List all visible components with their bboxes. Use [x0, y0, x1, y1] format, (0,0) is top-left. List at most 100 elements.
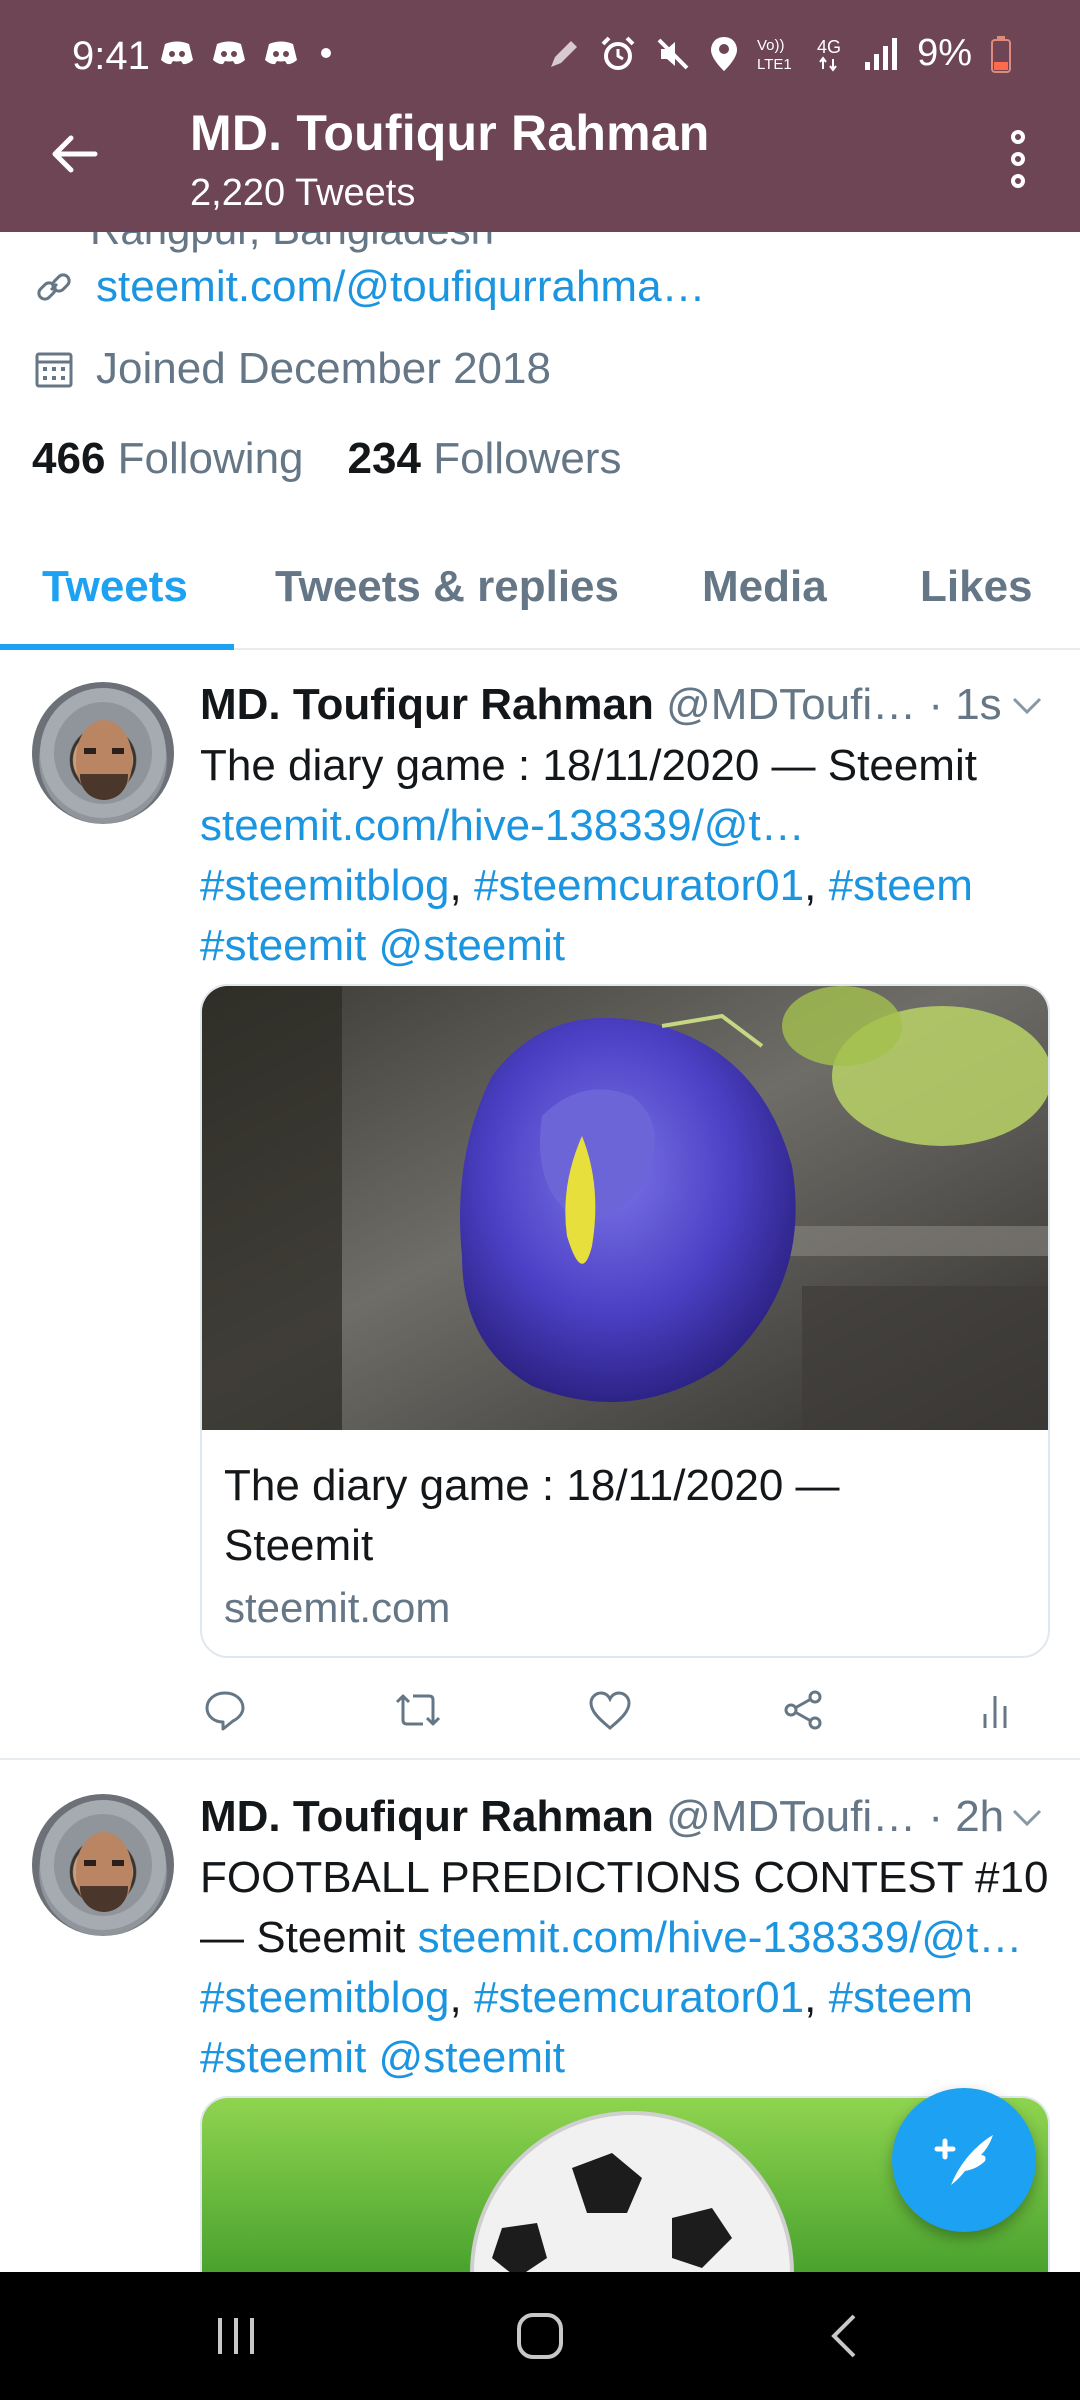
back-button[interactable]	[40, 120, 108, 188]
tweet-header: MD. Toufiqur Rahman @MDToufi… · 1s	[200, 680, 1060, 730]
system-icons: Vo)) LTE1 4G 9%	[547, 32, 1012, 75]
volte-icon: Vo)) LTE1	[757, 37, 792, 73]
card-image	[202, 986, 1048, 1430]
network-type-icon: 4G	[817, 37, 841, 72]
tweet-text: FOOTBALL PREDICTIONS CONTEST #10 — Steem…	[200, 1848, 1050, 2088]
system-nav-bar	[0, 2272, 1080, 2400]
hashtag-link[interactable]: #steem	[829, 861, 973, 910]
svg-text:Vo)): Vo))	[757, 37, 785, 54]
back-arrow-icon	[52, 135, 98, 173]
mention-link[interactable]: @steemit	[379, 2033, 565, 2082]
tweet-link[interactable]: steemit.com/hive-138339/@t…	[200, 796, 1050, 856]
followers-count: 234	[347, 434, 421, 483]
retweet-icon	[395, 1694, 440, 1726]
chevron-down-icon[interactable]	[1010, 1800, 1044, 1834]
mention-link[interactable]: @steemit	[379, 921, 565, 970]
following-stat[interactable]: 466 Following	[32, 434, 304, 484]
more-dot	[1011, 152, 1025, 166]
more-options-button[interactable]	[992, 122, 1044, 196]
heart-icon	[589, 1691, 631, 1730]
hashtag-link[interactable]: #steem	[829, 1973, 973, 2022]
svg-text:4G: 4G	[817, 37, 841, 57]
recent-apps-icon	[218, 2318, 254, 2354]
card-title: The diary game : 18/11/2020 — Steemit	[202, 1430, 1048, 1576]
tweet-link[interactable]: steemit.com/hive-138339/@t…	[418, 1913, 1023, 1962]
analytics-button[interactable]	[970, 1685, 1020, 1735]
compose-feather-icon	[934, 2135, 993, 2185]
profile-joined-row: Joined December 2018	[34, 344, 551, 394]
discord-icon	[161, 41, 193, 65]
notification-icons	[160, 40, 336, 66]
avatar[interactable]	[32, 682, 174, 824]
profile-tabs: Tweets Tweets & replies Media Likes	[0, 548, 1080, 650]
tweet-hashtags: #steemitblog, #steemcurator01, #steem	[200, 1973, 973, 2022]
tweet-text-line: The diary game : 18/11/2020 — Steemit	[200, 741, 977, 790]
card-title-line: The diary game : 18/11/2020 —	[224, 1461, 840, 1510]
header-title: MD. Toufiqur Rahman	[190, 105, 710, 161]
tab-tweets-replies[interactable]: Tweets & replies	[275, 562, 619, 612]
like-button[interactable]	[585, 1685, 635, 1735]
tweet-author-name[interactable]: MD. Toufiqur Rahman	[200, 1792, 654, 1841]
link-card[interactable]: The diary game : 18/11/2020 — Steemit st…	[200, 984, 1050, 1658]
share-icon	[784, 1690, 821, 1730]
battery-icon	[991, 35, 1011, 73]
more-dot	[1011, 174, 1025, 188]
mute-icon	[657, 38, 689, 69]
location-icon	[711, 36, 738, 71]
tweet-item[interactable]: MD. Toufiqur Rahman @MDToufi… · 1s The d…	[0, 680, 1080, 1760]
status-time: 9:41	[72, 34, 150, 78]
tweet-text: The diary game : 18/11/2020 — Steemit st…	[200, 736, 1050, 976]
hashtag-link[interactable]: #steemcurator01	[474, 861, 804, 910]
followers-stat[interactable]: 234 Followers	[348, 434, 622, 484]
card-title-line: Steemit	[224, 1521, 374, 1570]
tab-likes[interactable]: Likes	[920, 562, 1033, 612]
profile-website-link[interactable]: steemit.com/@toufiqurrahma…	[96, 262, 706, 312]
compose-tweet-button[interactable]	[892, 2088, 1036, 2232]
avatar[interactable]	[32, 1794, 174, 1936]
home-button[interactable]	[510, 2306, 570, 2366]
hashtag-link[interactable]: #steemit	[200, 921, 366, 970]
tweet-header: MD. Toufiqur Rahman @MDToufi… · 2h	[200, 1792, 1060, 1842]
flower-image	[202, 986, 1048, 1430]
tweet-mentions: #steemit @steemit	[200, 916, 1050, 976]
hashtag-link[interactable]: #steemcurator01	[474, 1973, 804, 2022]
analytics-icon	[983, 1696, 1007, 1728]
discord-icon	[265, 41, 297, 65]
reply-icon	[205, 1691, 245, 1731]
profile-website-row[interactable]: steemit.com/@toufiqurrahma…	[34, 262, 706, 312]
dot-icon	[321, 48, 331, 58]
tweet-handle-time: @MDToufi… · 2h	[666, 1792, 1005, 1841]
tweet-handle-time: @MDToufi… · 1s	[666, 680, 1002, 729]
tweet-mentions: #steemit @steemit	[200, 2028, 1050, 2088]
share-button[interactable]	[778, 1685, 828, 1735]
home-icon	[517, 2313, 563, 2359]
back-chevron-icon	[831, 2314, 856, 2358]
reply-button[interactable]	[200, 1685, 250, 1735]
card-domain: steemit.com	[224, 1584, 451, 1631]
hashtag-link[interactable]: #steemit	[200, 2033, 366, 2082]
link-icon	[34, 267, 74, 307]
tweet-divider	[0, 1758, 1080, 1760]
tweet-actions	[200, 1680, 1020, 1740]
active-tab-indicator	[0, 644, 234, 650]
back-nav-button[interactable]	[814, 2306, 874, 2366]
chevron-down-icon[interactable]	[1010, 688, 1044, 722]
followers-label: Followers	[433, 434, 622, 483]
tab-tweets[interactable]: Tweets	[42, 562, 188, 612]
recent-apps-button[interactable]	[206, 2306, 266, 2366]
signal-icon	[865, 37, 898, 70]
tweet-text-line: — Steemit steemit.com/hive-138339/@t…	[200, 1908, 1050, 1968]
profile-stats: 466 Following 234 Followers	[32, 434, 621, 484]
hashtag-link[interactable]: #steemitblog	[200, 861, 449, 910]
tweet-text-fragment: — Steemit	[200, 1913, 418, 1962]
retweet-button[interactable]	[393, 1685, 443, 1735]
tweet-text-line: FOOTBALL PREDICTIONS CONTEST #10	[200, 1853, 1049, 1902]
tweet-hashtags: #steemitblog, #steemcurator01, #steem	[200, 861, 973, 910]
app-header: 9:41 Vo)) LTE1 4G 9% MD. Toufiqur Rahman …	[0, 0, 1080, 232]
calendar-icon	[34, 349, 74, 389]
following-count: 466	[32, 434, 106, 483]
profile-joined-date: Joined December 2018	[96, 344, 551, 393]
tab-media[interactable]: Media	[702, 562, 827, 612]
tweet-author-name[interactable]: MD. Toufiqur Rahman	[200, 680, 654, 729]
hashtag-link[interactable]: #steemitblog	[200, 1973, 449, 2022]
